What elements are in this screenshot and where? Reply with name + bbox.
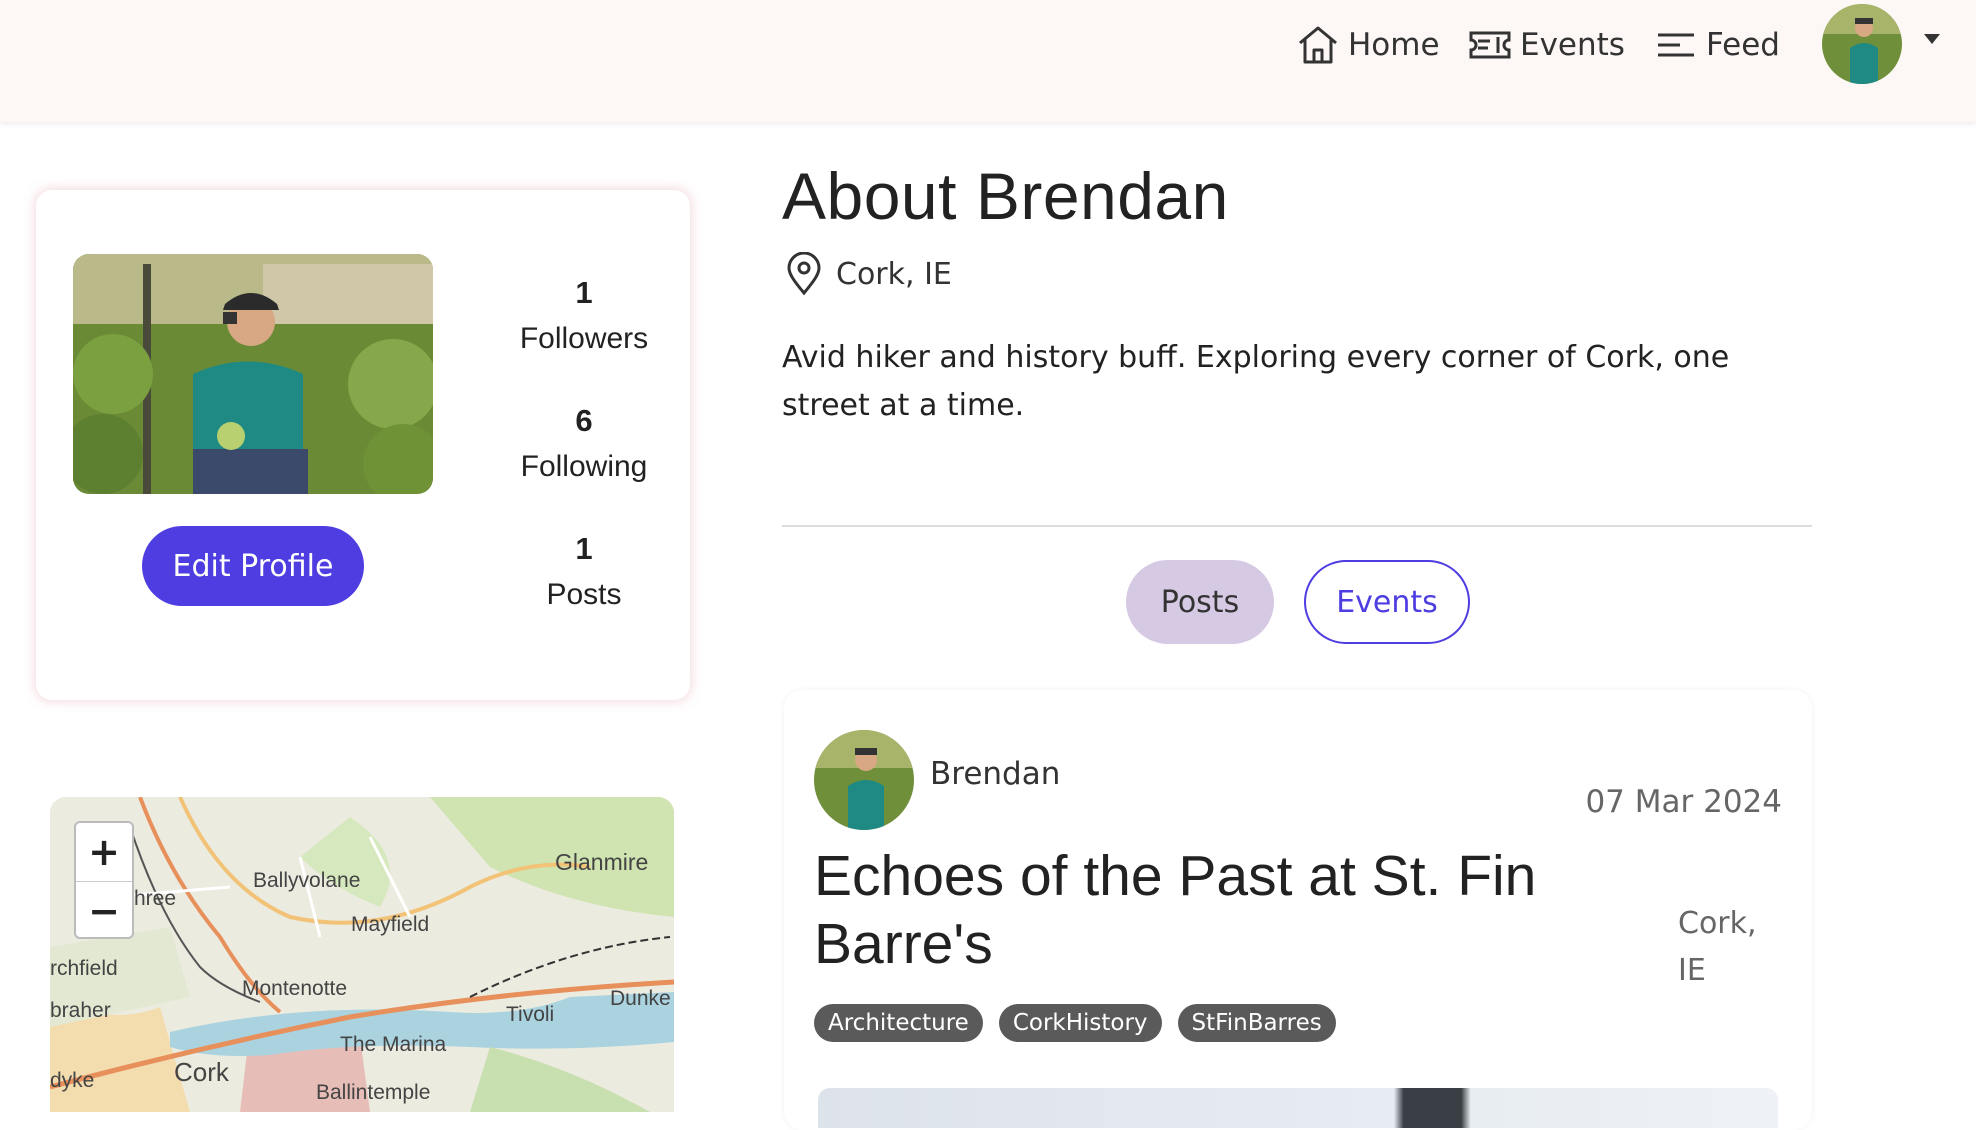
following-stat[interactable]: 6 Following xyxy=(462,398,706,490)
post-author-avatar[interactable] xyxy=(814,730,914,830)
home-icon xyxy=(1296,23,1340,67)
nav-events-label: Events xyxy=(1520,27,1625,63)
map-label-ballintemple: Ballintemple xyxy=(316,1081,431,1104)
top-navbar: Home Events Feed xyxy=(0,0,1976,122)
menu-lines-icon xyxy=(1654,23,1698,67)
tag-corkhistory[interactable]: CorkHistory xyxy=(998,1004,1162,1042)
ticket-icon xyxy=(1468,23,1512,67)
profile-location-text: Cork, IE xyxy=(836,256,952,292)
following-count: 6 xyxy=(575,403,593,438)
profile-photo xyxy=(73,254,433,494)
map-label-cork: Cork xyxy=(174,1057,229,1087)
map-zoom-control: + − xyxy=(74,821,134,939)
post-author-name[interactable]: Brendan xyxy=(930,756,1060,792)
nav-feed-label: Feed xyxy=(1706,27,1780,63)
divider xyxy=(782,525,1812,527)
tab-events[interactable]: Events xyxy=(1304,560,1470,644)
map-label-churchfield: rchfield xyxy=(50,957,118,980)
nav-home-label: Home xyxy=(1348,27,1440,63)
zoom-out-button[interactable]: − xyxy=(76,882,132,940)
map-label-dyke: dyke xyxy=(50,1069,95,1092)
tab-posts[interactable]: Posts xyxy=(1126,560,1274,644)
tag-stfinbarres[interactable]: StFinBarres xyxy=(1177,1004,1336,1042)
chevron-down-icon[interactable] xyxy=(1924,34,1940,44)
followers-count: 1 xyxy=(575,275,593,310)
zoom-in-button[interactable]: + xyxy=(76,823,132,882)
post-date: 07 Mar 2024 xyxy=(1585,784,1782,820)
profile-bio: Avid hiker and history buff. Exploring e… xyxy=(782,340,1730,423)
following-label: Following xyxy=(520,450,648,483)
map-label-the-marina: The Marina xyxy=(340,1033,447,1056)
post-card[interactable]: Brendan 07 Mar 2024 Echoes of the Past a… xyxy=(784,690,1812,1130)
user-avatar[interactable] xyxy=(1822,4,1902,84)
map-label-ballyvolane: Ballyvolane xyxy=(253,869,361,892)
map-label-dunkettle: Dunke xyxy=(610,987,671,1010)
map-label-mayfield: Mayfield xyxy=(351,913,430,936)
profile-card: 1 Followers 6 Following 1 Posts Edit Pro… xyxy=(36,190,690,700)
map-label-gurranabraher: braher xyxy=(50,999,111,1022)
map-label-fairhill: hree xyxy=(134,887,177,910)
nav-events-link[interactable]: Events xyxy=(1468,22,1625,68)
post-location: Cork, IE xyxy=(1678,906,1757,988)
map-label-tivoli: Tivoli xyxy=(506,1003,555,1026)
post-title[interactable]: Echoes of the Past at St. Fin Barre's xyxy=(814,842,1574,978)
followers-label: Followers xyxy=(519,322,649,355)
page-title: About Brendan xyxy=(782,159,1229,233)
profile-location: Cork, IE xyxy=(784,251,952,296)
tag-architecture[interactable]: Architecture xyxy=(814,1004,983,1042)
posts-label: Posts xyxy=(546,578,622,611)
post-image[interactable] xyxy=(818,1088,1778,1128)
followers-stat[interactable]: 1 Followers xyxy=(462,270,706,362)
posts-stat: 1 Posts xyxy=(462,526,706,618)
nav-feed-link[interactable]: Feed xyxy=(1654,22,1780,68)
edit-profile-button[interactable]: Edit Profile xyxy=(142,526,364,606)
nav-home-link[interactable]: Home xyxy=(1296,22,1440,68)
post-tags: Architecture CorkHistory StFinBarres xyxy=(814,1004,1336,1042)
location-map[interactable]: + − Glanmire Ballyvolane Mayfield Monten… xyxy=(50,797,674,1112)
map-label-montenotte: Montenotte xyxy=(242,977,348,1000)
posts-count: 1 xyxy=(575,531,593,566)
map-label-glanmire: Glanmire xyxy=(555,849,649,875)
location-pin-icon xyxy=(784,251,824,296)
